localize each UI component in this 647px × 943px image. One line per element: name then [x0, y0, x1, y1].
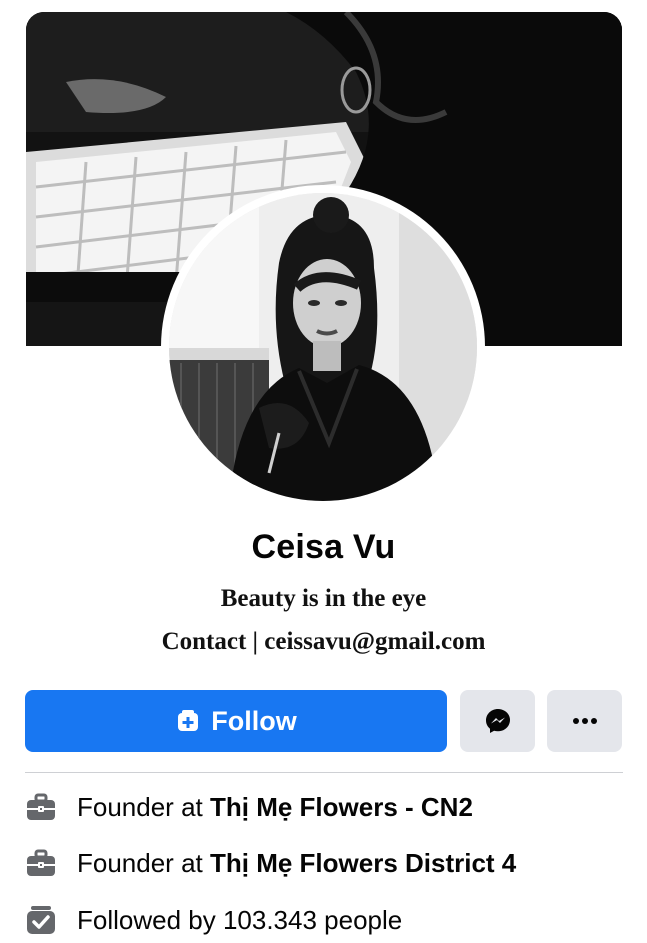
- detail-row-followers: Followed by 103.343 people: [25, 900, 625, 940]
- section-divider: [25, 772, 623, 773]
- detail-prefix: Founder at: [77, 847, 210, 878]
- detail-row-work-1: Founder at Thị Mẹ Flowers - CN2: [25, 787, 625, 827]
- follow-button-label: Follow: [211, 705, 297, 736]
- briefcase-icon: [27, 849, 55, 876]
- detail-prefix: Founder at: [77, 791, 210, 822]
- follow-button[interactable]: Follow: [25, 690, 447, 752]
- bio-line-2: Contact | ceissavu@gmail.com: [161, 628, 486, 655]
- follow-plus-icon: [178, 710, 199, 731]
- detail-row-work-2: Founder at Thị Mẹ Flowers District 4: [25, 843, 625, 883]
- bio-line-1: Beauty is in the eye: [220, 585, 427, 612]
- more-options-button[interactable]: [547, 690, 622, 752]
- profile-name: Ceisa Vu: [251, 528, 396, 566]
- followers-check-icon: [27, 906, 55, 934]
- messenger-button[interactable]: [460, 690, 535, 752]
- avatar-image: [169, 193, 477, 501]
- more-dots-icon: [572, 718, 597, 724]
- workplace-link[interactable]: Thị Mẹ Flowers - CN2: [210, 792, 473, 822]
- avatar[interactable]: [169, 193, 477, 501]
- followers-count-text[interactable]: Followed by 103.343 people: [77, 905, 402, 936]
- workplace-link[interactable]: Thị Mẹ Flowers District 4: [210, 848, 516, 878]
- briefcase-icon: [27, 793, 55, 820]
- messenger-icon: [485, 709, 510, 733]
